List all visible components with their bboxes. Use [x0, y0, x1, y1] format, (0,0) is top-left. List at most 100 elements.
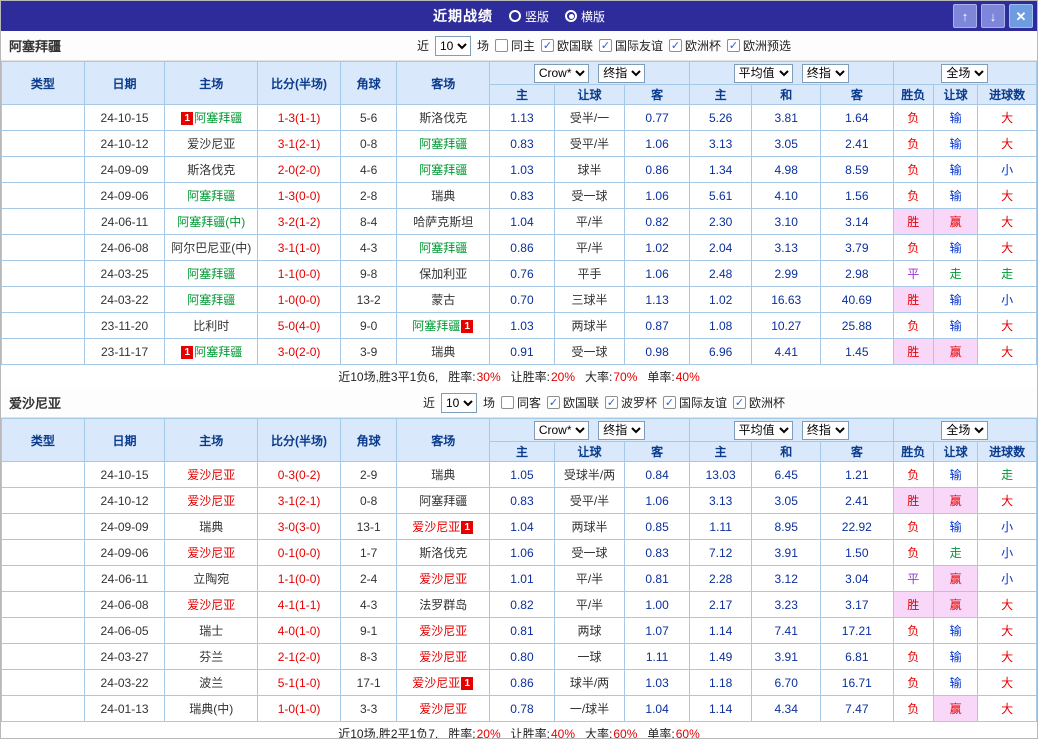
- same-venue-checkbox[interactable]: 同主: [495, 37, 535, 54]
- match-count-select[interactable]: 10: [435, 36, 471, 56]
- odds-source-select[interactable]: Crow*: [534, 64, 589, 83]
- result-handicap: 输: [933, 287, 977, 313]
- away-team-name[interactable]: 爱沙尼亚: [412, 676, 460, 690]
- odds-kind-select[interactable]: 终指: [598, 421, 645, 440]
- league-badge: 欧国联: [2, 488, 85, 514]
- competition-checkbox[interactable]: 欧洲杯: [669, 37, 721, 54]
- competition-checkbox[interactable]: 国际友谊: [663, 394, 727, 411]
- home-team-name[interactable]: 爱沙尼亚: [187, 468, 235, 482]
- competition-checkbox[interactable]: 欧洲杯: [733, 394, 785, 411]
- layout-radio-horizontal[interactable]: 横版: [565, 8, 605, 25]
- home-team-name[interactable]: 瑞典(中): [189, 702, 233, 716]
- away-team-name[interactable]: 爱沙尼亚: [419, 624, 467, 638]
- home-team-name[interactable]: 立陶宛: [193, 572, 229, 586]
- home-team-name[interactable]: 瑞典: [199, 520, 223, 534]
- league-badge: 欧洲杯: [2, 670, 85, 696]
- away-team-name[interactable]: 斯洛伐克: [419, 111, 467, 125]
- away-team-name[interactable]: 瑞典: [431, 468, 455, 482]
- home-team-name[interactable]: 瑞士: [199, 624, 223, 638]
- home-team-name[interactable]: 爱沙尼亚: [187, 494, 235, 508]
- close-button[interactable]: ✕: [1009, 4, 1033, 28]
- avg-source-select[interactable]: 平均值: [734, 421, 793, 440]
- scope-select[interactable]: 全场: [941, 421, 988, 440]
- result-goals: 大: [978, 670, 1037, 696]
- odds-away: 0.81: [625, 566, 690, 592]
- odds-source-select[interactable]: Crow*: [534, 421, 589, 440]
- window-buttons: ↑ ↓ ✕: [953, 4, 1033, 28]
- home-team-name[interactable]: 爱沙尼亚: [187, 137, 235, 151]
- away-team-name[interactable]: 蒙古: [431, 293, 455, 307]
- away-team-cell: 斯洛伐克: [397, 540, 490, 566]
- away-team-name[interactable]: 爱沙尼亚: [419, 650, 467, 664]
- col-header-handicap-result: 让球: [933, 85, 977, 105]
- avg-home: 2.17: [689, 592, 752, 618]
- away-team-name[interactable]: 阿塞拜疆: [419, 241, 467, 255]
- home-team-name[interactable]: 爱沙尼亚: [187, 598, 235, 612]
- competition-checkbox[interactable]: 欧国联: [547, 394, 599, 411]
- away-team-name[interactable]: 瑞典: [431, 189, 455, 203]
- home-team-cell: 爱沙尼亚: [165, 540, 258, 566]
- table-row: 国际友谊 24-03-25 阿塞拜疆 1-1(0-0) 9-8 保加利亚 0.7…: [2, 261, 1037, 287]
- league-badge: 国际友谊: [2, 618, 85, 644]
- home-team-cell: 阿塞拜疆: [165, 183, 258, 209]
- same-venue-checkbox[interactable]: 同客: [501, 394, 541, 411]
- home-team-name[interactable]: 爱沙尼亚: [187, 546, 235, 560]
- match-date: 24-06-08: [84, 235, 165, 261]
- odds-home: 1.03: [490, 313, 555, 339]
- away-team-name[interactable]: 瑞典: [431, 345, 455, 359]
- away-team-name[interactable]: 哈萨克斯坦: [413, 215, 473, 229]
- avg-home: 3.13: [689, 488, 752, 514]
- competition-checkbox[interactable]: 波罗杯: [605, 394, 657, 411]
- home-team-name[interactable]: 芬兰: [199, 650, 223, 664]
- avg-draw: 3.91: [752, 644, 821, 670]
- result-winloss: 负: [893, 313, 933, 339]
- home-team-cell: 瑞典(中): [165, 696, 258, 722]
- avg-away: 2.98: [821, 261, 894, 287]
- home-team-name[interactable]: 比利时: [193, 319, 229, 333]
- home-team-name[interactable]: 阿塞拜疆(中): [177, 215, 245, 229]
- avg-away: 1.21: [821, 462, 894, 488]
- result-goals: 大: [978, 235, 1037, 261]
- away-team-name[interactable]: 爱沙尼亚: [419, 572, 467, 586]
- scope-select[interactable]: 全场: [941, 64, 988, 83]
- away-team-name[interactable]: 爱沙尼亚: [419, 702, 467, 716]
- odds-handicap: 两球半: [554, 514, 625, 540]
- rank-badge: 1: [461, 320, 473, 333]
- away-team-name[interactable]: 阿塞拜疆: [419, 494, 467, 508]
- away-team-name[interactable]: 阿塞拜疆: [412, 319, 460, 333]
- home-team-name[interactable]: 阿塞拜疆: [187, 293, 235, 307]
- result-winloss: 负: [893, 462, 933, 488]
- summary-prefix: 近10场,胜2平1负7,: [338, 725, 438, 739]
- home-team-name[interactable]: 阿尔巴尼亚(中): [171, 241, 251, 255]
- avg-kind-select[interactable]: 终指: [802, 421, 849, 440]
- away-team-name[interactable]: 阿塞拜疆: [419, 163, 467, 177]
- home-team-name[interactable]: 阿塞拜疆: [194, 111, 242, 125]
- away-team-name[interactable]: 保加利亚: [419, 267, 467, 281]
- move-down-button[interactable]: ↓: [981, 4, 1005, 28]
- layout-radio-vertical[interactable]: 竖版: [509, 8, 549, 25]
- corners: 4-6: [340, 157, 396, 183]
- corners: 2-8: [340, 183, 396, 209]
- competition-checkbox[interactable]: 欧国联: [541, 37, 593, 54]
- match-count-select[interactable]: 10: [441, 393, 477, 413]
- odds-kind-select[interactable]: 终指: [598, 64, 645, 83]
- competition-checkbox[interactable]: 国际友谊: [599, 37, 663, 54]
- move-up-button[interactable]: ↑: [953, 4, 977, 28]
- home-team-name[interactable]: 阿塞拜疆: [187, 189, 235, 203]
- avg-away: 2.41: [821, 131, 894, 157]
- away-team-name[interactable]: 斯洛伐克: [419, 546, 467, 560]
- away-team-name[interactable]: 阿塞拜疆: [419, 137, 467, 151]
- avg-kind-select[interactable]: 终指: [802, 64, 849, 83]
- home-team-name[interactable]: 阿塞拜疆: [194, 345, 242, 359]
- away-team-name[interactable]: 爱沙尼亚: [412, 520, 460, 534]
- avg-source-select[interactable]: 平均值: [734, 64, 793, 83]
- home-team-name[interactable]: 斯洛伐克: [187, 163, 235, 177]
- competition-checkbox[interactable]: 欧洲预选: [727, 37, 791, 54]
- away-team-name[interactable]: 法罗群岛: [419, 598, 467, 612]
- home-team-name[interactable]: 阿塞拜疆: [187, 267, 235, 281]
- odds-away: 1.04: [625, 696, 690, 722]
- home-team-name[interactable]: 波兰: [199, 676, 223, 690]
- results-table: 类型 日期 主场 比分(半场) 角球 客场 Crow* 终指 平均值 终指: [1, 418, 1037, 722]
- avg-home: 13.03: [689, 462, 752, 488]
- radio-label: 横版: [581, 8, 605, 25]
